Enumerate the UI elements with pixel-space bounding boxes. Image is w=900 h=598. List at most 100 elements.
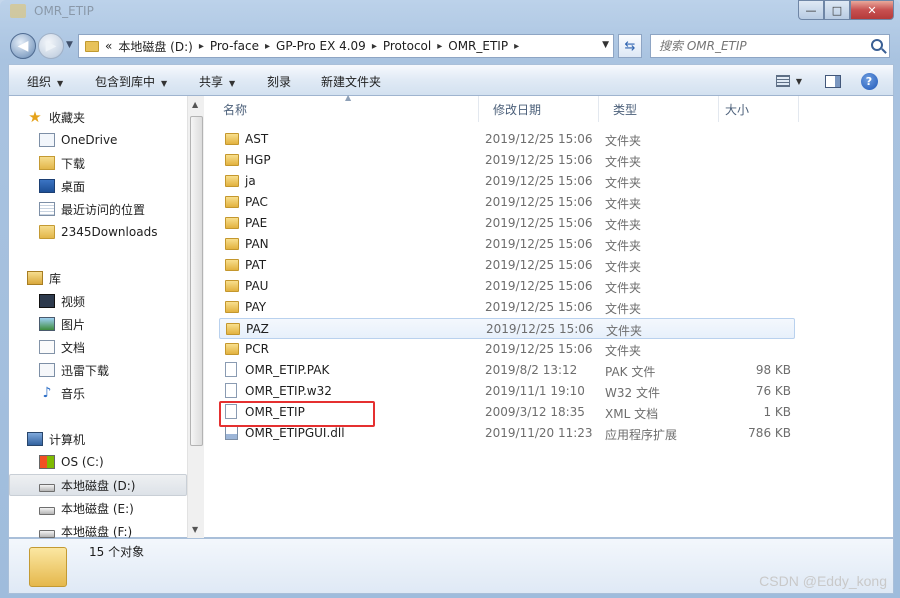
breadcrumb-pro-face[interactable]: Pro-face: [210, 39, 259, 53]
file-modified-date: 2019/11/20 11:23: [485, 426, 593, 440]
breadcrumb-separator[interactable]: ▸: [265, 41, 270, 52]
file-row[interactable]: PAE 2019/12/25 15:06 文件夹: [219, 213, 795, 234]
new-folder-label: 新建文件夹: [321, 75, 382, 89]
navigation-pane-scrollbar[interactable]: ▲ ▼: [187, 96, 204, 538]
close-button[interactable]: ✕: [850, 0, 894, 20]
file-row[interactable]: PAT 2019/12/25 15:06 文件夹: [219, 255, 795, 276]
nav-computer[interactable]: 计算机: [9, 428, 187, 450]
nav-item-desktop[interactable]: 桌面: [9, 175, 187, 197]
nav-item-drive-e[interactable]: 本地磁盘 (E:): [9, 497, 187, 519]
change-view-button[interactable]: ▼: [769, 70, 809, 92]
new-folder-button[interactable]: 新建文件夹: [321, 73, 381, 90]
search-input[interactable]: [651, 35, 851, 57]
folder-icon: [29, 547, 67, 587]
file-modified-date: 2019/12/25 15:06: [485, 174, 593, 188]
nav-favorites[interactable]: ★ 收藏夹: [9, 106, 187, 128]
breadcrumb-gp-pro-ex[interactable]: GP-Pro EX 4.09: [276, 39, 366, 53]
address-dropdown-button[interactable]: ▼: [602, 40, 609, 50]
file-row[interactable]: AST 2019/12/25 15:06 文件夹: [219, 129, 795, 150]
scrollbar-thumb[interactable]: [190, 116, 203, 446]
file-row[interactable]: PAY 2019/12/25 15:06 文件夹: [219, 297, 795, 318]
nav-computer-label: 计算机: [49, 432, 86, 447]
breadcrumb-omr-etip[interactable]: OMR_ETIP: [448, 39, 508, 53]
nav-item-2345downloads[interactable]: 2345Downloads: [9, 221, 187, 243]
file-icon: [225, 383, 237, 398]
nav-item-label: 视频: [61, 294, 86, 309]
folder-icon: [225, 133, 239, 145]
column-header-name[interactable]: ▲ 名称: [209, 93, 479, 122]
refresh-icon: ⇆: [624, 38, 636, 54]
burn-button[interactable]: 刻录: [267, 73, 291, 90]
breadcrumb-drive-d[interactable]: 本地磁盘 (D:): [118, 38, 192, 55]
minimize-button[interactable]: —: [798, 0, 824, 20]
nav-item-music[interactable]: ♪ 音乐: [9, 382, 187, 404]
chevron-down-icon: ▼: [161, 79, 168, 88]
file-row[interactable]: PAZ 2019/12/25 15:06 文件夹: [219, 318, 795, 339]
nav-item-recent-places[interactable]: 最近访问的位置: [9, 198, 187, 220]
nav-item-drive-d[interactable]: 本地磁盘 (D:): [9, 474, 187, 496]
file-row[interactable]: PAN 2019/12/25 15:06 文件夹: [219, 234, 795, 255]
file-row[interactable]: PAU 2019/12/25 15:06 文件夹: [219, 276, 795, 297]
include-in-library-menu[interactable]: 包含到库中 ▼: [95, 73, 167, 90]
folder-icon: [225, 259, 239, 271]
scroll-down-icon[interactable]: ▼: [192, 525, 198, 534]
maximize-button[interactable]: □: [824, 0, 850, 20]
nav-item-documents[interactable]: 文档: [9, 336, 187, 358]
file-size: 76 KB: [755, 384, 791, 398]
breadcrumb-protocol[interactable]: Protocol: [383, 39, 431, 53]
document-icon: [39, 340, 55, 354]
share-menu[interactable]: 共享 ▼: [199, 73, 235, 90]
organize-menu[interactable]: 组织 ▼: [27, 73, 63, 90]
refresh-button[interactable]: ⇆: [618, 34, 642, 58]
recent-pages-button[interactable]: ▼: [66, 40, 73, 50]
preview-pane-button[interactable]: [821, 70, 845, 92]
nav-item-videos[interactable]: 视频: [9, 290, 187, 312]
breadcrumb-separator[interactable]: ▸: [199, 41, 204, 52]
nav-favorites-label: 收藏夹: [49, 110, 86, 125]
folder-icon: [10, 4, 26, 18]
file-name: PCR: [245, 342, 269, 356]
nav-item-onedrive[interactable]: OneDrive: [9, 129, 187, 151]
folder-icon: [225, 175, 239, 187]
nav-item-pictures[interactable]: 图片: [9, 313, 187, 335]
file-row[interactable]: HGP 2019/12/25 15:06 文件夹: [219, 150, 795, 171]
forward-button[interactable]: ▶: [38, 33, 64, 59]
back-button[interactable]: ◀: [10, 33, 36, 59]
breadcrumb-separator[interactable]: ▸: [372, 41, 377, 52]
folder-icon: [225, 154, 239, 166]
chevron-down-icon: ▼: [57, 79, 64, 88]
file-type: 文件夹: [605, 155, 642, 169]
search-box[interactable]: [650, 34, 890, 58]
nav-libraries[interactable]: 库: [9, 267, 187, 289]
file-row[interactable]: PCR 2019/12/25 15:06 文件夹: [219, 339, 795, 360]
column-header-type[interactable]: 类型: [599, 96, 719, 122]
file-modified-date: 2009/3/12 18:35: [485, 405, 585, 419]
search-icon[interactable]: [871, 39, 883, 51]
file-row[interactable]: PAC 2019/12/25 15:06 文件夹: [219, 192, 795, 213]
nav-item-xunlei-downloads[interactable]: 迅雷下载: [9, 359, 187, 381]
file-row[interactable]: OMR_ETIP.w32 2019/11/1 19:10 W32 文件 76 KB: [219, 381, 795, 402]
nav-item-drive-c[interactable]: OS (C:): [9, 451, 187, 473]
red-highlight-box: [219, 401, 375, 427]
breadcrumb-separator[interactable]: ▸: [514, 41, 519, 52]
nav-item-drive-f[interactable]: 本地磁盘 (F:): [9, 520, 187, 538]
file-modified-date: 2019/8/2 13:12: [485, 363, 578, 377]
file-row[interactable]: ja 2019/12/25 15:06 文件夹: [219, 171, 795, 192]
column-header-modified[interactable]: 修改日期: [479, 96, 599, 122]
music-note-icon: ♪: [42, 385, 52, 401]
scroll-up-icon[interactable]: ▲: [192, 100, 198, 109]
help-button[interactable]: ?: [857, 70, 881, 92]
folder-icon: [225, 217, 239, 229]
file-name: PAU: [245, 279, 269, 293]
address-bar[interactable]: « 本地磁盘 (D:) ▸ Pro-face ▸ GP-Pro EX 4.09 …: [78, 34, 614, 58]
nav-item-label: 本地磁盘 (F:): [61, 524, 133, 539]
nav-item-downloads[interactable]: 下载: [9, 152, 187, 174]
nav-item-label: OneDrive: [61, 133, 118, 147]
column-header-size[interactable]: 大小: [719, 96, 799, 122]
view-list-icon: [775, 75, 790, 87]
file-name: PAN: [245, 237, 269, 251]
file-row[interactable]: OMR_ETIP.PAK 2019/8/2 13:12 PAK 文件 98 KB: [219, 360, 795, 381]
file-type: XML 文档: [605, 407, 659, 421]
breadcrumb-overflow[interactable]: «: [105, 39, 112, 53]
breadcrumb-separator[interactable]: ▸: [437, 41, 442, 52]
